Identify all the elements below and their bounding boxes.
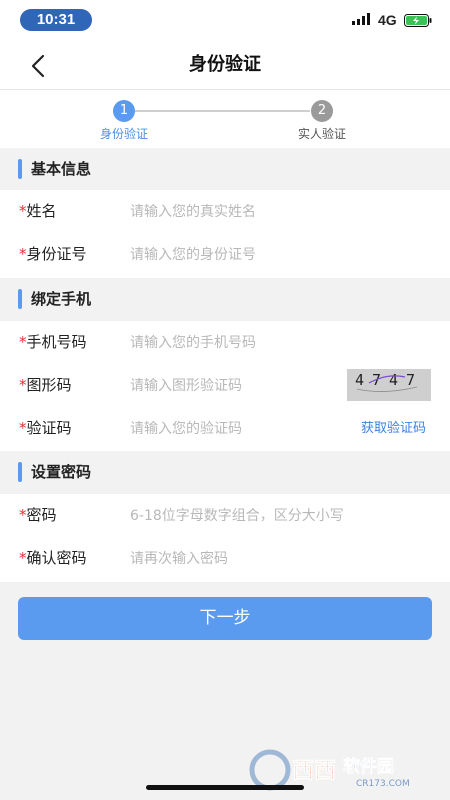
- section-header-bind-phone: 绑定手机: [0, 278, 450, 320]
- status-time: 10:31: [20, 9, 92, 31]
- get-sms-code-button[interactable]: 获取验证码: [361, 407, 426, 450]
- section-accent-bar: [18, 289, 22, 309]
- captcha-input[interactable]: [130, 372, 330, 399]
- field-label-name: *姓名: [19, 190, 57, 233]
- required-marker: *: [19, 245, 27, 263]
- signal-icon: [352, 13, 370, 25]
- form-row-confirm-password: *确认密码: [0, 537, 450, 580]
- progress-stepper: 1 2 身份验证 实人验证: [0, 90, 450, 148]
- field-label-text: 姓名: [26, 202, 57, 220]
- chevron-left-icon: [31, 54, 45, 78]
- field-label-text: 确认密码: [26, 549, 87, 567]
- section-accent-bar: [18, 462, 22, 482]
- section-title: 绑定手机: [31, 290, 92, 308]
- step-2-indicator: 2: [311, 100, 333, 122]
- network-label: 4G: [378, 12, 397, 28]
- required-marker: *: [19, 376, 27, 394]
- svg-text:软件园: 软件园: [343, 756, 394, 777]
- form-row-id-number: *身份证号: [0, 233, 450, 276]
- form-row-sms-code: *验证码 获取验证码: [0, 407, 450, 450]
- section-title: 基本信息: [31, 160, 92, 178]
- field-label-text: 身份证号: [26, 245, 87, 263]
- required-marker: *: [19, 549, 27, 567]
- form-group-basic-info: *姓名 *身份证号: [0, 190, 450, 278]
- page-title: 身份验证: [189, 54, 261, 75]
- field-label-id-number: *身份证号: [19, 233, 87, 276]
- required-marker: *: [19, 202, 27, 220]
- field-label-sms-code: *验证码: [19, 407, 72, 450]
- form-row-phone: *手机号码: [0, 321, 450, 364]
- home-indicator: [146, 785, 304, 790]
- captcha-image[interactable]: 4747: [347, 369, 431, 401]
- confirm-password-input[interactable]: [130, 545, 420, 572]
- field-label-captcha: *图形码: [19, 364, 72, 407]
- field-label-text: 验证码: [26, 419, 72, 437]
- step-connector: [134, 110, 310, 112]
- form-row-password: *密码: [0, 494, 450, 537]
- section-header-basic-info: 基本信息: [0, 148, 450, 190]
- section-title: 设置密码: [31, 463, 92, 481]
- section-accent-bar: [18, 159, 22, 179]
- captcha-noise-lines: [356, 375, 418, 392]
- phone-input[interactable]: [130, 329, 420, 356]
- next-step-button[interactable]: 下一步: [18, 597, 432, 640]
- battery-charging-icon: [404, 14, 432, 27]
- form-row-name: *姓名: [0, 190, 450, 233]
- form-row-captcha: *图形码 4747: [0, 364, 450, 407]
- field-label-confirm-password: *确认密码: [19, 537, 87, 580]
- required-marker: *: [19, 333, 27, 351]
- section-header-set-password: 设置密码: [0, 451, 450, 493]
- field-label-text: 密码: [26, 506, 57, 524]
- navigation-bar: 身份验证: [0, 40, 450, 90]
- svg-text:CR173.COM: CR173.COM: [356, 779, 410, 789]
- step-1-indicator: 1: [113, 100, 135, 122]
- step-2-label: 实人验证: [297, 127, 346, 141]
- field-label-phone: *手机号码: [19, 321, 87, 364]
- step-1-label: 身份验证: [99, 127, 148, 141]
- form-group-set-password: *密码 *确认密码: [0, 494, 450, 582]
- password-input[interactable]: [130, 502, 420, 529]
- required-marker: *: [19, 419, 27, 437]
- field-label-text: 图形码: [26, 376, 72, 394]
- svg-text:西西: 西西: [292, 759, 336, 784]
- required-marker: *: [19, 506, 27, 524]
- field-label-text: 手机号码: [26, 333, 87, 351]
- back-button[interactable]: [22, 50, 54, 82]
- status-bar: 10:31 4G: [0, 0, 450, 40]
- field-label-password: *密码: [19, 494, 57, 537]
- id-number-input[interactable]: [130, 241, 420, 268]
- form-group-bind-phone: *手机号码 *图形码 4747 *验证码 获取验证码: [0, 321, 450, 451]
- name-input[interactable]: [130, 198, 420, 225]
- sms-code-input[interactable]: [130, 415, 330, 442]
